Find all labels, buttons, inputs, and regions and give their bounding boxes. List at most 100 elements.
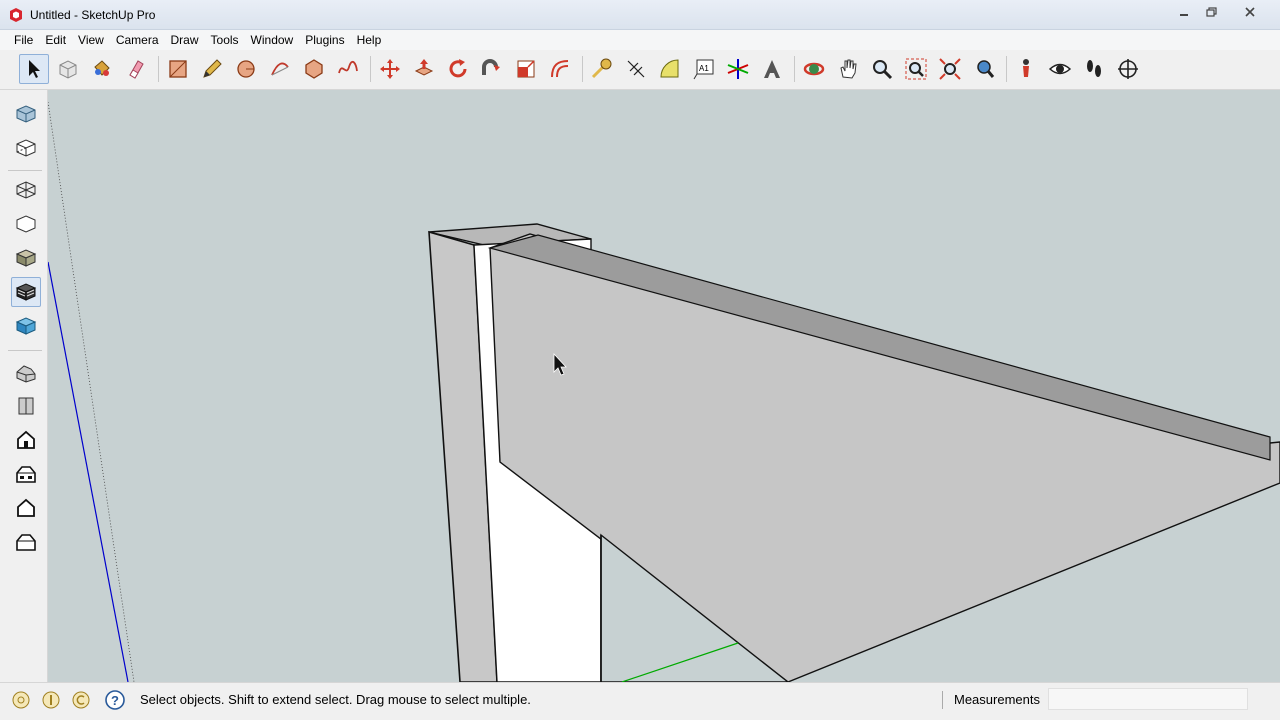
wireframe-cube-icon (16, 181, 36, 199)
component-icon (59, 60, 77, 79)
iso-house-icon (16, 365, 36, 383)
monochrome-style-button[interactable] (11, 311, 41, 341)
arc-icon (271, 62, 289, 76)
line-tool-button[interactable] (197, 54, 227, 84)
orbit-tool-button[interactable] (799, 54, 829, 84)
menu-draw[interactable]: Draw (165, 30, 205, 50)
move-icon (380, 59, 400, 79)
select-tool-button[interactable] (19, 54, 49, 84)
circle-tool-button[interactable] (231, 54, 261, 84)
polygon-tool-button[interactable] (299, 54, 329, 84)
main-toolbar: A1 (0, 50, 1280, 90)
move-tool-button[interactable] (375, 54, 405, 84)
wireframe-style-button[interactable] (11, 175, 41, 205)
user-icon[interactable] (70, 689, 92, 711)
maximize-button[interactable] (1200, 4, 1224, 20)
back-view-button[interactable] (11, 493, 41, 523)
make-component-button[interactable] (53, 54, 83, 84)
geo-location-icon[interactable] (10, 689, 32, 711)
text-tool-button[interactable]: A1 (689, 54, 719, 84)
right-house-icon (16, 466, 36, 483)
credits-icon[interactable] (40, 689, 62, 711)
3d-text-button[interactable] (757, 54, 787, 84)
axes-tool-button[interactable] (723, 54, 753, 84)
menu-tools[interactable]: Tools (205, 30, 245, 50)
rotate-tool-button[interactable] (443, 54, 473, 84)
circle-icon (237, 60, 255, 78)
sketchup-logo-icon (10, 8, 22, 22)
status-message: Select objects. Shift to extend select. … (140, 692, 531, 707)
svg-text:?: ? (111, 693, 119, 708)
zoom-window-icon (905, 58, 927, 80)
eraser-icon (129, 60, 144, 79)
previous-view-button[interactable] (969, 54, 999, 84)
shaded-style-button[interactable] (11, 243, 41, 273)
shaded-cube-icon (15, 249, 37, 267)
hidden-line-cube-icon (16, 215, 36, 233)
status-bar: ? Select objects. Shift to extend select… (0, 682, 1280, 720)
menu-plugins[interactable]: Plugins (299, 30, 350, 50)
svg-text:A1: A1 (699, 64, 709, 73)
orbit-icon (803, 62, 825, 76)
offset-icon (551, 60, 569, 78)
pencil-icon (203, 59, 222, 78)
xray-cube-icon (16, 105, 36, 123)
push-pull-button[interactable] (409, 54, 439, 84)
left-view-button[interactable] (11, 527, 41, 557)
zoom-extents-icon (939, 58, 961, 80)
menu-help[interactable]: Help (351, 30, 388, 50)
section-plane-button[interactable] (1113, 54, 1143, 84)
push-pull-icon (414, 59, 434, 76)
modeling-viewport[interactable] (48, 90, 1280, 682)
dimension-tool-button[interactable] (621, 54, 651, 84)
scene-canvas (48, 101, 1280, 682)
protractor-button[interactable] (655, 54, 685, 84)
arc-tool-button[interactable] (265, 54, 295, 84)
zoom-tool-button[interactable] (867, 54, 897, 84)
views-styles-toolbar (0, 90, 48, 682)
right-view-button[interactable] (11, 459, 41, 489)
pan-tool-button[interactable] (833, 54, 863, 84)
left-house-icon (16, 534, 36, 551)
tape-measure-button[interactable] (587, 54, 617, 84)
rotate-icon (449, 59, 467, 78)
minimize-icon (1180, 14, 1188, 16)
front-view-button[interactable] (11, 425, 41, 455)
paint-bucket-button[interactable] (87, 54, 117, 84)
shaded-textures-style-button[interactable] (11, 277, 41, 307)
menu-camera[interactable]: Camera (110, 30, 165, 50)
offset-tool-button[interactable] (545, 54, 575, 84)
measurements-input[interactable] (1048, 688, 1248, 710)
protractor-icon (660, 59, 679, 78)
axes-icon (727, 59, 749, 79)
position-camera-button[interactable] (1011, 54, 1041, 84)
instructor-help-icon[interactable]: ? (104, 689, 126, 711)
close-button[interactable] (1228, 4, 1272, 20)
status-divider (942, 691, 943, 709)
measurements-label: Measurements (954, 692, 1040, 707)
xray-style-button[interactable] (11, 99, 41, 129)
paint-bucket-icon (94, 60, 110, 76)
rectangle-tool-button[interactable] (163, 54, 193, 84)
iso-view-button[interactable] (11, 357, 41, 387)
zoom-window-button[interactable] (901, 54, 931, 84)
look-around-button[interactable] (1045, 54, 1075, 84)
eye-icon (1048, 63, 1072, 75)
freehand-tool-button[interactable] (333, 54, 363, 84)
menu-window[interactable]: Window (245, 30, 300, 50)
guide-line (48, 101, 135, 682)
walk-tool-button[interactable] (1079, 54, 1109, 84)
section-plane-icon (1118, 59, 1138, 79)
zoom-icon (873, 60, 893, 80)
eraser-button[interactable] (121, 54, 151, 84)
menu-view[interactable]: View (72, 30, 110, 50)
back-edges-style-button[interactable] (11, 133, 41, 163)
scale-tool-button[interactable] (511, 54, 541, 84)
zoom-extents-button[interactable] (935, 54, 965, 84)
menu-file[interactable]: File (8, 30, 39, 50)
top-view-button[interactable] (11, 391, 41, 421)
hidden-line-style-button[interactable] (11, 209, 41, 239)
follow-me-button[interactable] (477, 54, 507, 84)
menu-edit[interactable]: Edit (39, 30, 72, 50)
minimize-button[interactable] (1172, 4, 1196, 20)
